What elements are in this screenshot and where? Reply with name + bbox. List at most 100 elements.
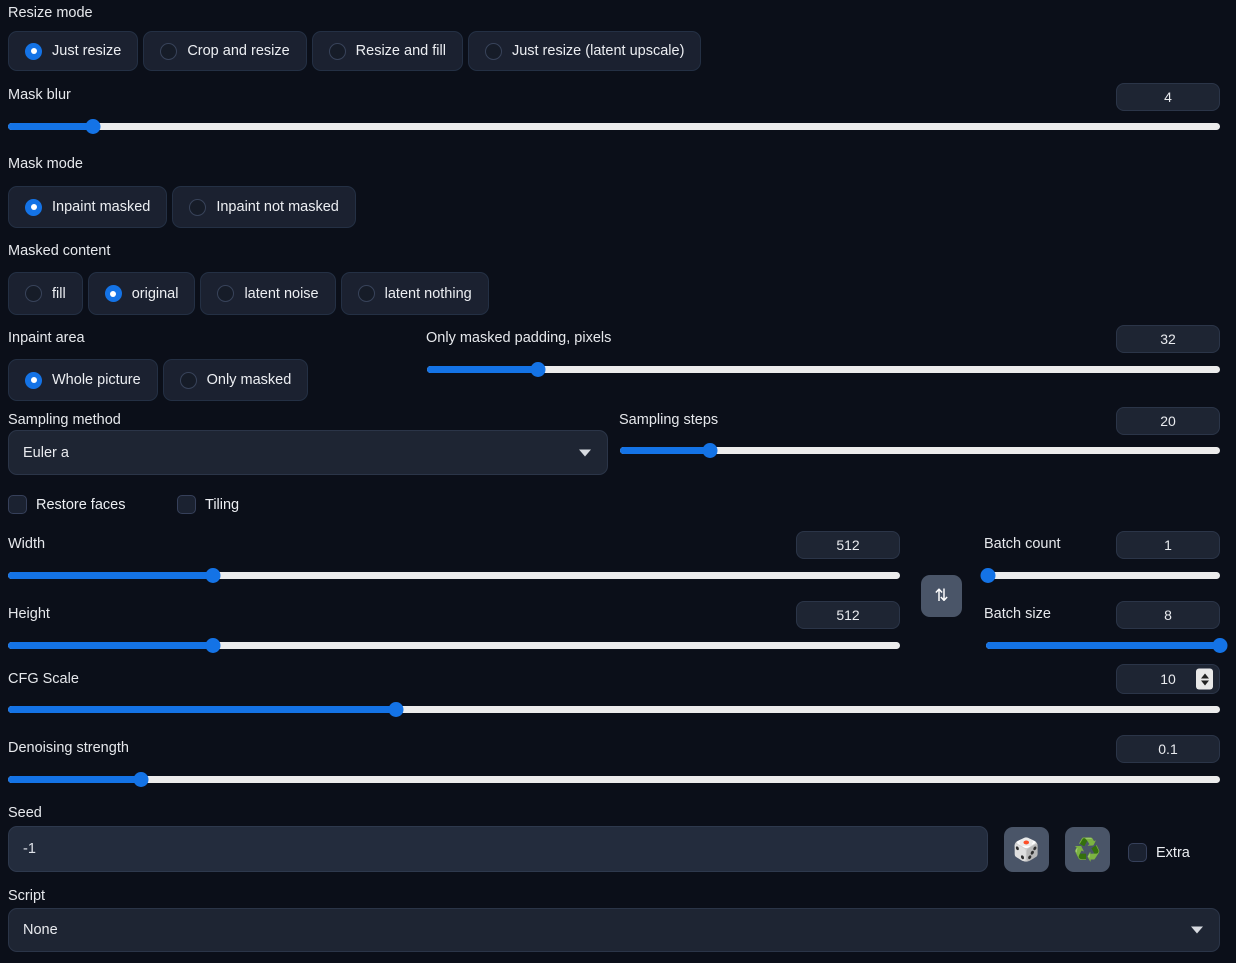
tiling-checkbox[interactable]: Tiling bbox=[177, 495, 239, 514]
radio-indicator-icon bbox=[358, 285, 375, 302]
masked-content-radio-group[interactable]: fill original latent noise latent nothin… bbox=[8, 272, 489, 315]
batch-size-slider[interactable] bbox=[986, 638, 1220, 652]
recycle-icon: ♻️ bbox=[1074, 839, 1101, 861]
checkbox-icon bbox=[1128, 843, 1147, 862]
radio-indicator-icon bbox=[25, 372, 42, 389]
radio-fill[interactable]: fill bbox=[8, 272, 83, 315]
radio-latent-noise[interactable]: latent noise bbox=[200, 272, 335, 315]
sampling-steps-value[interactable]: 20 bbox=[1116, 407, 1220, 435]
mask-blur-slider[interactable] bbox=[8, 119, 1220, 133]
radio-whole-picture[interactable]: Whole picture bbox=[8, 359, 158, 401]
slider-thumb[interactable] bbox=[531, 362, 546, 377]
radio-inpaint-masked[interactable]: Inpaint masked bbox=[8, 186, 167, 228]
width-slider[interactable] bbox=[8, 568, 900, 582]
script-value: None bbox=[23, 922, 58, 938]
slider-thumb[interactable] bbox=[703, 443, 718, 458]
radio-indicator-icon bbox=[25, 43, 42, 60]
resize-mode-radio-group[interactable]: Just resize Crop and resize Resize and f… bbox=[8, 31, 701, 71]
slider-track bbox=[8, 123, 1220, 130]
slider-fill bbox=[8, 123, 93, 130]
slider-fill bbox=[8, 572, 213, 579]
only-masked-padding-label: Only masked padding, pixels bbox=[426, 329, 611, 347]
number-stepper[interactable] bbox=[1196, 669, 1213, 690]
inpaint-area-radio-group[interactable]: Whole picture Only masked bbox=[8, 359, 308, 401]
swap-dimensions-icon: ⇅ bbox=[934, 586, 948, 606]
slider-thumb[interactable] bbox=[206, 638, 221, 653]
cfg-scale-value[interactable]: 10 bbox=[1116, 664, 1220, 694]
inpaint-area-label: Inpaint area bbox=[8, 329, 85, 347]
denoising-strength-value[interactable]: 0.1 bbox=[1116, 735, 1220, 763]
only-masked-padding-slider[interactable] bbox=[427, 362, 1220, 376]
script-label: Script bbox=[8, 887, 45, 905]
slider-thumb[interactable] bbox=[1213, 638, 1228, 653]
sampling-method-dropdown[interactable]: Euler a bbox=[8, 430, 608, 475]
extra-checkbox[interactable]: Extra bbox=[1128, 843, 1190, 862]
radio-label: Inpaint masked bbox=[52, 199, 150, 215]
radio-latent-nothing[interactable]: latent nothing bbox=[341, 272, 489, 315]
batch-count-value[interactable]: 1 bbox=[1116, 531, 1220, 559]
restore-faces-checkbox[interactable]: Restore faces bbox=[8, 495, 125, 514]
img2img-settings-panel: Resize mode Just resize Crop and resize … bbox=[0, 0, 1236, 963]
radio-indicator-icon bbox=[189, 199, 206, 216]
radio-label: Only masked bbox=[207, 372, 292, 388]
radio-just-resize[interactable]: Just resize bbox=[8, 31, 138, 71]
slider-thumb[interactable] bbox=[85, 119, 100, 134]
radio-label: Resize and fill bbox=[356, 43, 446, 59]
random-seed-button[interactable]: 🎲 bbox=[1004, 827, 1049, 872]
radio-indicator-icon bbox=[180, 372, 197, 389]
slider-thumb[interactable] bbox=[388, 702, 403, 717]
tiling-label: Tiling bbox=[205, 497, 239, 513]
cfg-scale-number: 10 bbox=[1160, 671, 1176, 687]
radio-original[interactable]: original bbox=[88, 272, 196, 315]
slider-fill bbox=[8, 706, 396, 713]
radio-label: Whole picture bbox=[52, 372, 141, 388]
script-dropdown[interactable]: None bbox=[8, 908, 1220, 952]
height-slider[interactable] bbox=[8, 638, 900, 652]
slider-track bbox=[427, 366, 1220, 373]
radio-label: Just resize (latent upscale) bbox=[512, 43, 684, 59]
mask-blur-value[interactable]: 4 bbox=[1116, 83, 1220, 111]
resize-mode-label: Resize mode bbox=[8, 4, 93, 22]
radio-indicator-icon bbox=[25, 199, 42, 216]
slider-thumb[interactable] bbox=[981, 568, 996, 583]
slider-thumb[interactable] bbox=[206, 568, 221, 583]
swap-dimensions-button[interactable]: ⇅ bbox=[921, 575, 962, 617]
radio-label: fill bbox=[52, 286, 66, 302]
stepper-up-icon[interactable] bbox=[1201, 673, 1209, 678]
slider-thumb[interactable] bbox=[134, 772, 149, 787]
denoising-strength-slider[interactable] bbox=[8, 772, 1220, 786]
radio-indicator-icon bbox=[329, 43, 346, 60]
radio-resize-and-fill[interactable]: Resize and fill bbox=[312, 31, 463, 71]
mask-mode-radio-group[interactable]: Inpaint masked Inpaint not masked bbox=[8, 186, 356, 228]
sampling-method-value: Euler a bbox=[23, 445, 69, 461]
radio-just-resize-latent-upscale[interactable]: Just resize (latent upscale) bbox=[468, 31, 701, 71]
chevron-down-icon bbox=[579, 449, 591, 456]
radio-inpaint-not-masked[interactable]: Inpaint not masked bbox=[172, 186, 356, 228]
slider-fill bbox=[620, 447, 710, 454]
radio-indicator-icon bbox=[217, 285, 234, 302]
radio-crop-and-resize[interactable]: Crop and resize bbox=[143, 31, 306, 71]
only-masked-padding-value[interactable]: 32 bbox=[1116, 325, 1220, 353]
slider-fill bbox=[427, 366, 538, 373]
sampling-method-label: Sampling method bbox=[8, 411, 121, 429]
batch-size-label: Batch size bbox=[984, 605, 1051, 623]
batch-size-value[interactable]: 8 bbox=[1116, 601, 1220, 629]
denoising-strength-label: Denoising strength bbox=[8, 739, 129, 757]
checkbox-icon bbox=[8, 495, 27, 514]
radio-only-masked[interactable]: Only masked bbox=[163, 359, 309, 401]
width-value[interactable]: 512 bbox=[796, 531, 900, 559]
height-value[interactable]: 512 bbox=[796, 601, 900, 629]
chevron-down-icon bbox=[1191, 927, 1203, 934]
batch-count-slider[interactable] bbox=[986, 568, 1220, 582]
reuse-seed-button[interactable]: ♻️ bbox=[1065, 827, 1110, 872]
batch-count-label: Batch count bbox=[984, 535, 1061, 553]
seed-label: Seed bbox=[8, 804, 42, 822]
width-label: Width bbox=[8, 535, 45, 553]
sampling-steps-slider[interactable] bbox=[620, 443, 1220, 457]
slider-fill bbox=[8, 642, 213, 649]
cfg-scale-slider[interactable] bbox=[8, 702, 1220, 716]
seed-input[interactable]: -1 bbox=[8, 826, 988, 872]
stepper-down-icon[interactable] bbox=[1201, 680, 1209, 685]
height-label: Height bbox=[8, 605, 50, 623]
radio-label: latent noise bbox=[244, 286, 318, 302]
